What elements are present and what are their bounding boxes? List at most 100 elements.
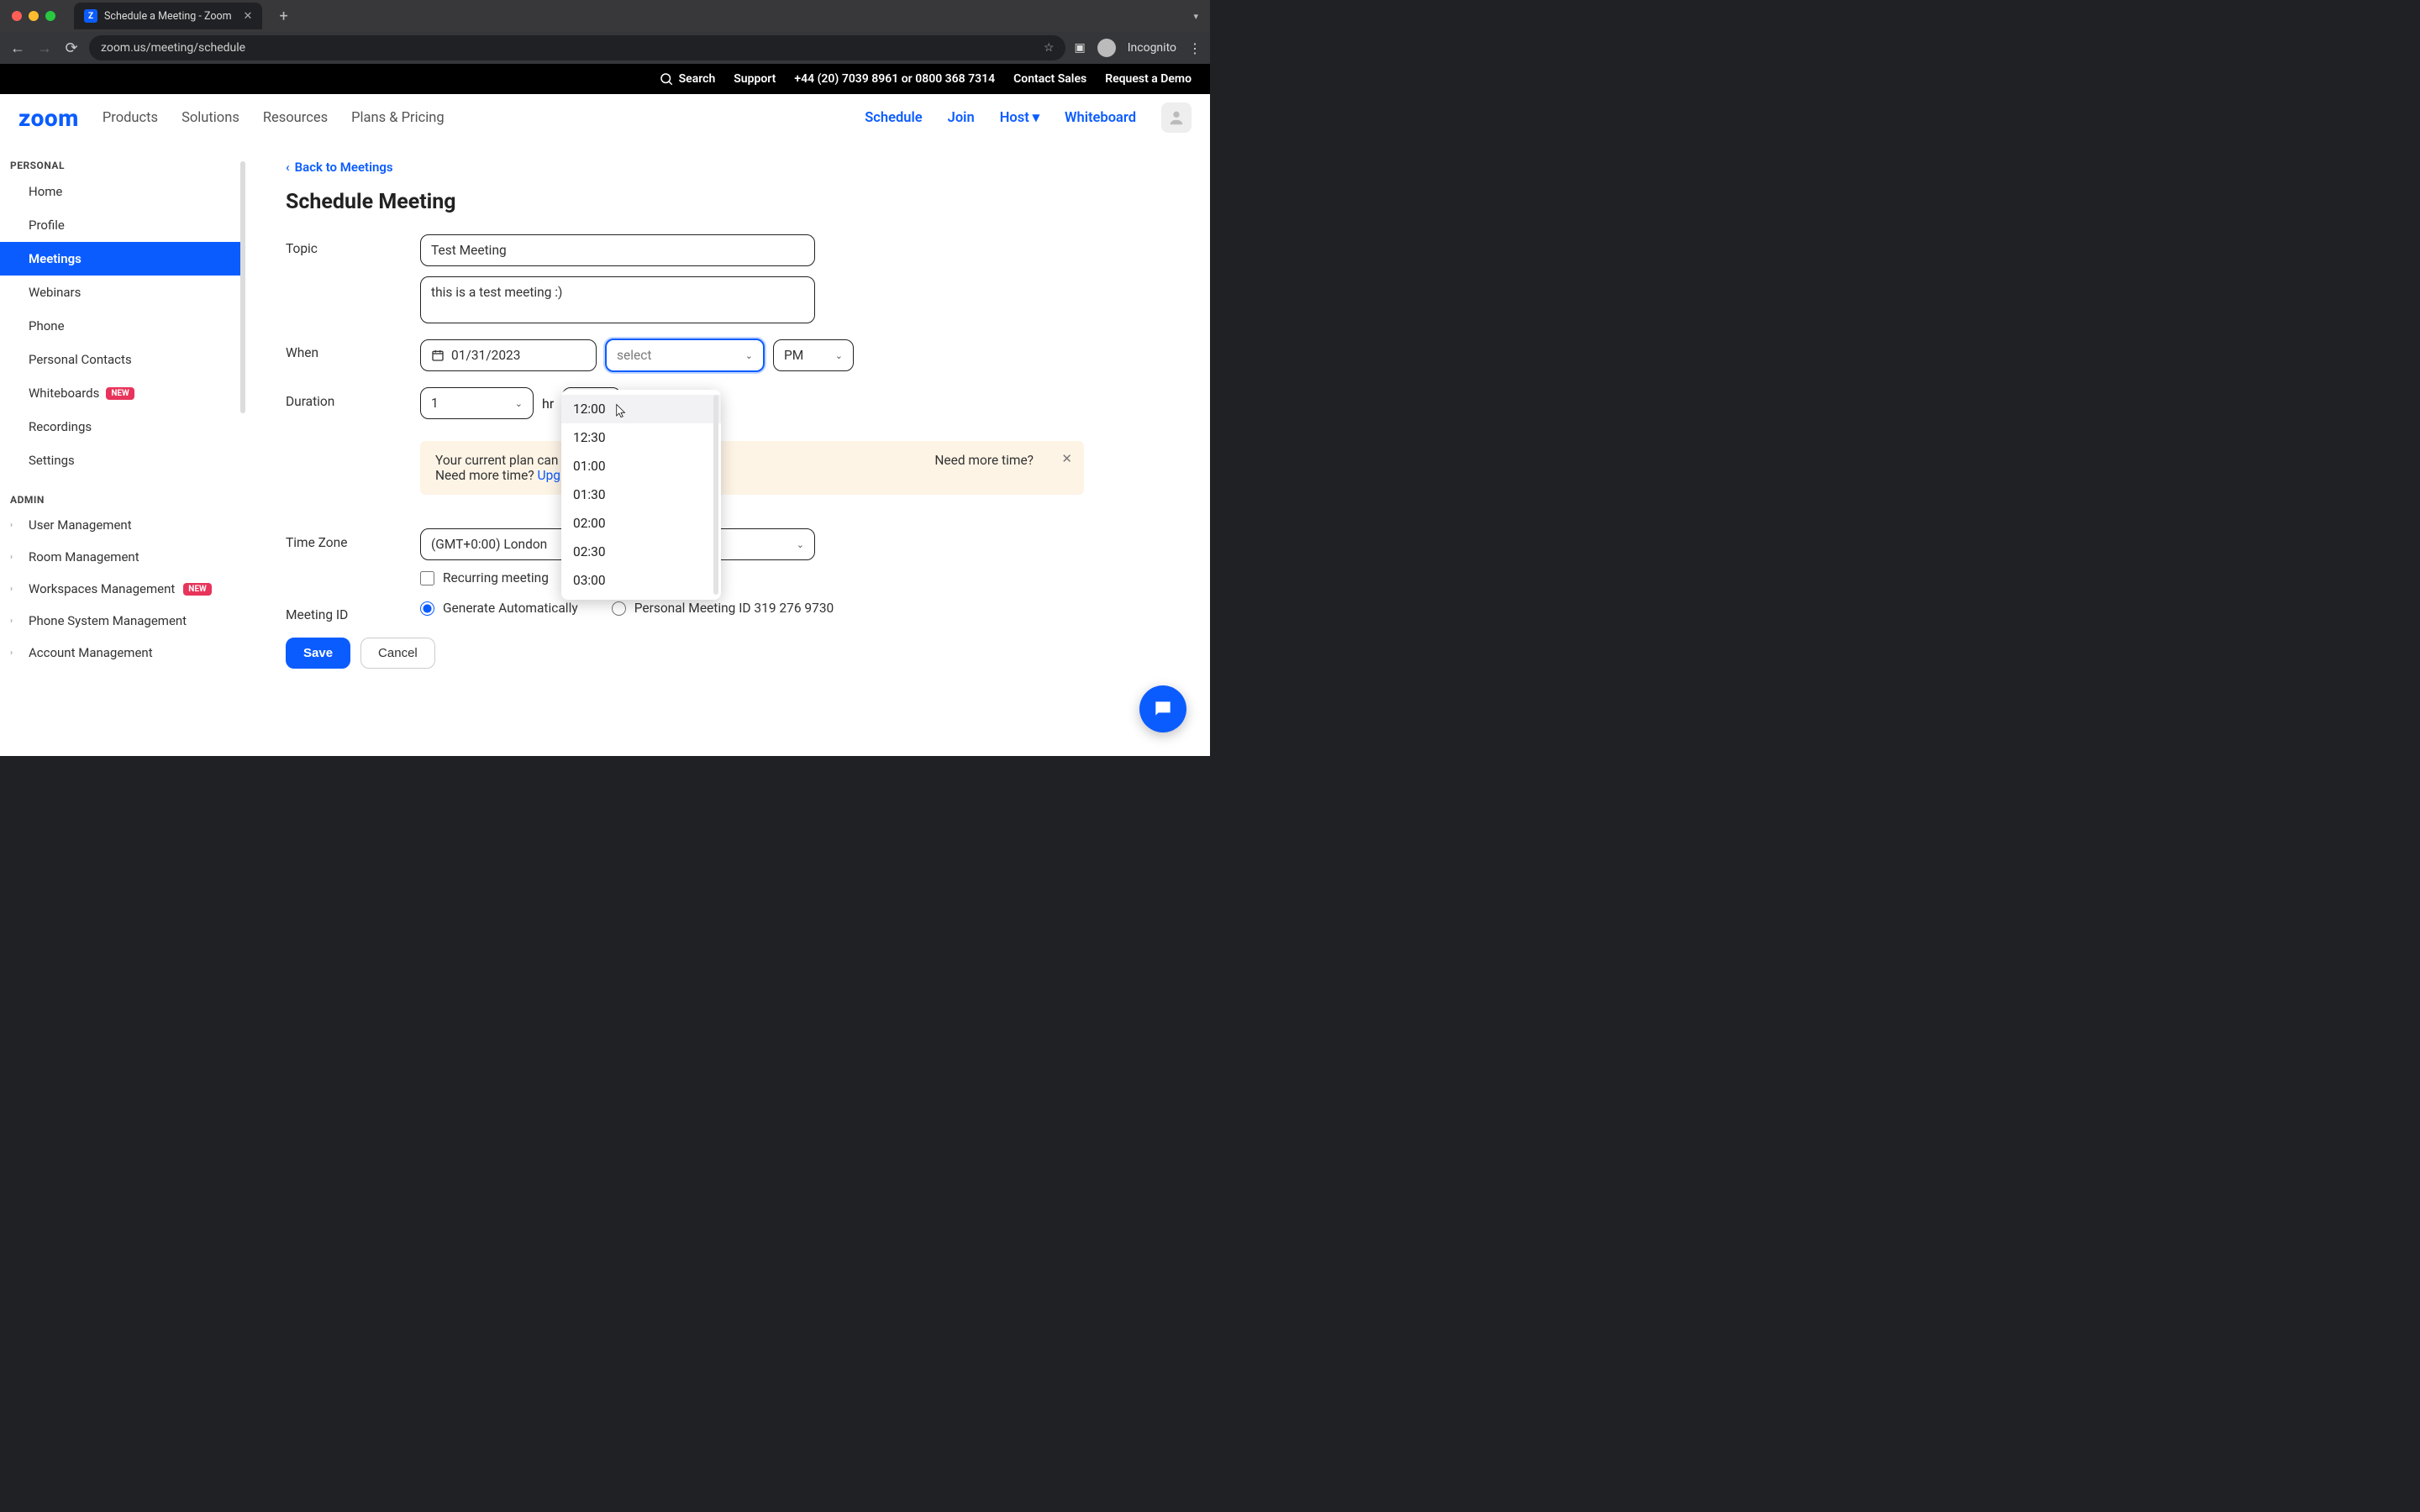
admin-item-account-management[interactable]: ›Account Management [0, 637, 244, 669]
search-label: Search [679, 72, 716, 86]
contact-sales-link[interactable]: Contact Sales [1013, 72, 1086, 86]
label-topic: Topic [286, 234, 403, 256]
new-tab-button[interactable]: + [279, 8, 287, 25]
sidebar-item-webinars[interactable]: Webinars [0, 276, 244, 309]
zoom-favicon-icon: Z [84, 9, 97, 23]
nav-solutions[interactable]: Solutions [182, 110, 239, 126]
nav-products[interactable]: Products [103, 110, 158, 126]
save-button[interactable]: Save [286, 638, 350, 669]
window-controls [12, 11, 55, 21]
ampm-value: PM [784, 348, 803, 363]
url-text: zoom.us/meeting/schedule [101, 41, 245, 55]
sidebar-item-whiteboards[interactable]: Whiteboards NEW [0, 376, 244, 410]
sidebar: PERSONAL Home Profile Meetings Webinars … [0, 141, 244, 756]
time-option[interactable]: 01:30 [561, 480, 721, 509]
dropdown-scrollbar[interactable] [713, 395, 718, 595]
sidebar-item-profile[interactable]: Profile [0, 208, 244, 242]
time-option[interactable]: 12:30 [561, 423, 721, 452]
sidebar-item-recordings[interactable]: Recordings [0, 410, 244, 444]
mid-personal-radio[interactable]: Personal Meeting ID 319 276 9730 [612, 601, 834, 616]
close-window-button[interactable] [12, 11, 22, 21]
incognito-icon[interactable] [1097, 39, 1116, 57]
duration-hr-select[interactable]: 1 ⌄ [420, 387, 534, 419]
minimize-window-button[interactable] [29, 11, 39, 21]
header-right: Schedule Join Host ▾ Whiteboard [865, 102, 1192, 133]
mid-personal-label: Personal Meeting ID 319 276 9730 [634, 601, 834, 616]
date-value: 01/31/2023 [451, 348, 520, 363]
browser-toolbar: ← → ⟳ zoom.us/meeting/schedule ☆ ▣ Incog… [0, 32, 1210, 64]
schedule-link[interactable]: Schedule [865, 110, 922, 126]
cancel-button[interactable]: Cancel [360, 638, 435, 669]
row-meeting-id: Meeting ID Generate Automatically Person… [286, 601, 1176, 622]
close-banner-icon[interactable]: ✕ [1061, 451, 1072, 466]
time-dropdown[interactable]: 12:00 12:30 01:00 01:30 02:00 02:30 03:0… [561, 390, 721, 600]
admin-item-user-management[interactable]: ›User Management [0, 509, 244, 541]
support-link[interactable]: Support [734, 72, 776, 86]
chevron-down-icon: ⌄ [835, 350, 843, 361]
extensions-icon[interactable]: ▣ [1074, 41, 1085, 55]
mid-auto-input[interactable] [420, 601, 434, 616]
timezone-value: (GMT+0:00) London [431, 537, 547, 552]
forward-button[interactable]: → [35, 39, 54, 57]
join-link[interactable]: Join [948, 110, 975, 126]
request-demo-link[interactable]: Request a Demo [1105, 72, 1192, 86]
admin-item-workspaces-management[interactable]: ›Workspaces ManagementNEW [0, 573, 244, 605]
recurring-checkbox-input[interactable] [420, 571, 434, 585]
chevron-right-icon: › [10, 553, 20, 562]
admin-item-phone-system-management[interactable]: ›Phone System Management [0, 605, 244, 637]
time-option[interactable]: 03:00 [561, 566, 721, 595]
reload-button[interactable]: ⟳ [62, 39, 81, 57]
tab-title: Schedule a Meeting - Zoom [104, 10, 232, 23]
whiteboard-link[interactable]: Whiteboard [1065, 110, 1136, 126]
time-select[interactable]: select ⌄ [605, 339, 765, 372]
chat-fab[interactable] [1139, 685, 1186, 732]
sidebar-item-settings[interactable]: Settings [0, 444, 244, 477]
chat-icon [1152, 698, 1174, 720]
admin-item-room-management[interactable]: ›Room Management [0, 541, 244, 573]
sidebar-item-label: Settings [29, 453, 75, 468]
date-picker[interactable]: 01/31/2023 [420, 339, 597, 371]
search-link[interactable]: Search [659, 71, 716, 87]
sidebar-item-meetings[interactable]: Meetings [0, 242, 244, 276]
sidebar-item-label: Profile [29, 218, 65, 233]
calendar-icon [431, 349, 445, 362]
bookmark-icon[interactable]: ☆ [1044, 41, 1055, 55]
row-banner: Your current plan can only supp Need mor… [286, 434, 1176, 513]
chevron-down-icon: ⌄ [515, 398, 523, 409]
person-icon [1167, 108, 1186, 127]
profile-avatar[interactable] [1161, 102, 1192, 133]
nav-plans-pricing[interactable]: Plans & Pricing [351, 110, 445, 126]
nav-resources[interactable]: Resources [263, 110, 328, 126]
maximize-window-button[interactable] [45, 11, 55, 21]
sidebar-item-personal-contacts[interactable]: Personal Contacts [0, 343, 244, 376]
browser-menu-icon[interactable]: ⋮ [1188, 40, 1202, 56]
mid-auto-radio[interactable]: Generate Automatically [420, 601, 578, 616]
sidebar-item-label: Account Management [29, 645, 153, 660]
time-option[interactable]: 02:00 [561, 509, 721, 538]
search-icon [659, 71, 674, 87]
banner-text-right: Need more time? [934, 453, 1034, 468]
row-topic: Topic this is a test meeting :) [286, 234, 1176, 323]
window-titlebar: Z Schedule a Meeting - Zoom ✕ + ▾ [0, 0, 1210, 32]
sidebar-item-home[interactable]: Home [0, 175, 244, 208]
row-timezone: Time Zone (GMT+0:00) London ⌄ Recurring … [286, 528, 1176, 585]
zoom-logo[interactable]: zoom [18, 104, 79, 132]
back-button[interactable]: ← [8, 39, 27, 57]
tabs-menu-icon[interactable]: ▾ [1193, 11, 1198, 22]
ampm-select[interactable]: PM ⌄ [773, 339, 854, 371]
time-option[interactable]: 01:00 [561, 452, 721, 480]
time-option[interactable]: 02:30 [561, 538, 721, 566]
sidebar-item-phone[interactable]: Phone [0, 309, 244, 343]
host-menu[interactable]: Host ▾ [1000, 109, 1039, 126]
topic-input[interactable] [420, 234, 815, 266]
address-bar[interactable]: zoom.us/meeting/schedule ☆ [89, 35, 1065, 60]
back-to-meetings-link[interactable]: ‹ Back to Meetings [286, 160, 1176, 175]
close-tab-icon[interactable]: ✕ [244, 10, 253, 23]
sidebar-section-personal: PERSONAL [0, 151, 244, 175]
mid-personal-input[interactable] [612, 601, 626, 616]
time-option[interactable]: 12:00 [561, 395, 721, 423]
sidebar-item-label: Webinars [29, 285, 81, 300]
description-input[interactable]: this is a test meeting :) [420, 276, 815, 323]
browser-tab[interactable]: Z Schedule a Meeting - Zoom ✕ [74, 3, 262, 29]
chevron-down-icon: ▾ [1033, 109, 1039, 126]
